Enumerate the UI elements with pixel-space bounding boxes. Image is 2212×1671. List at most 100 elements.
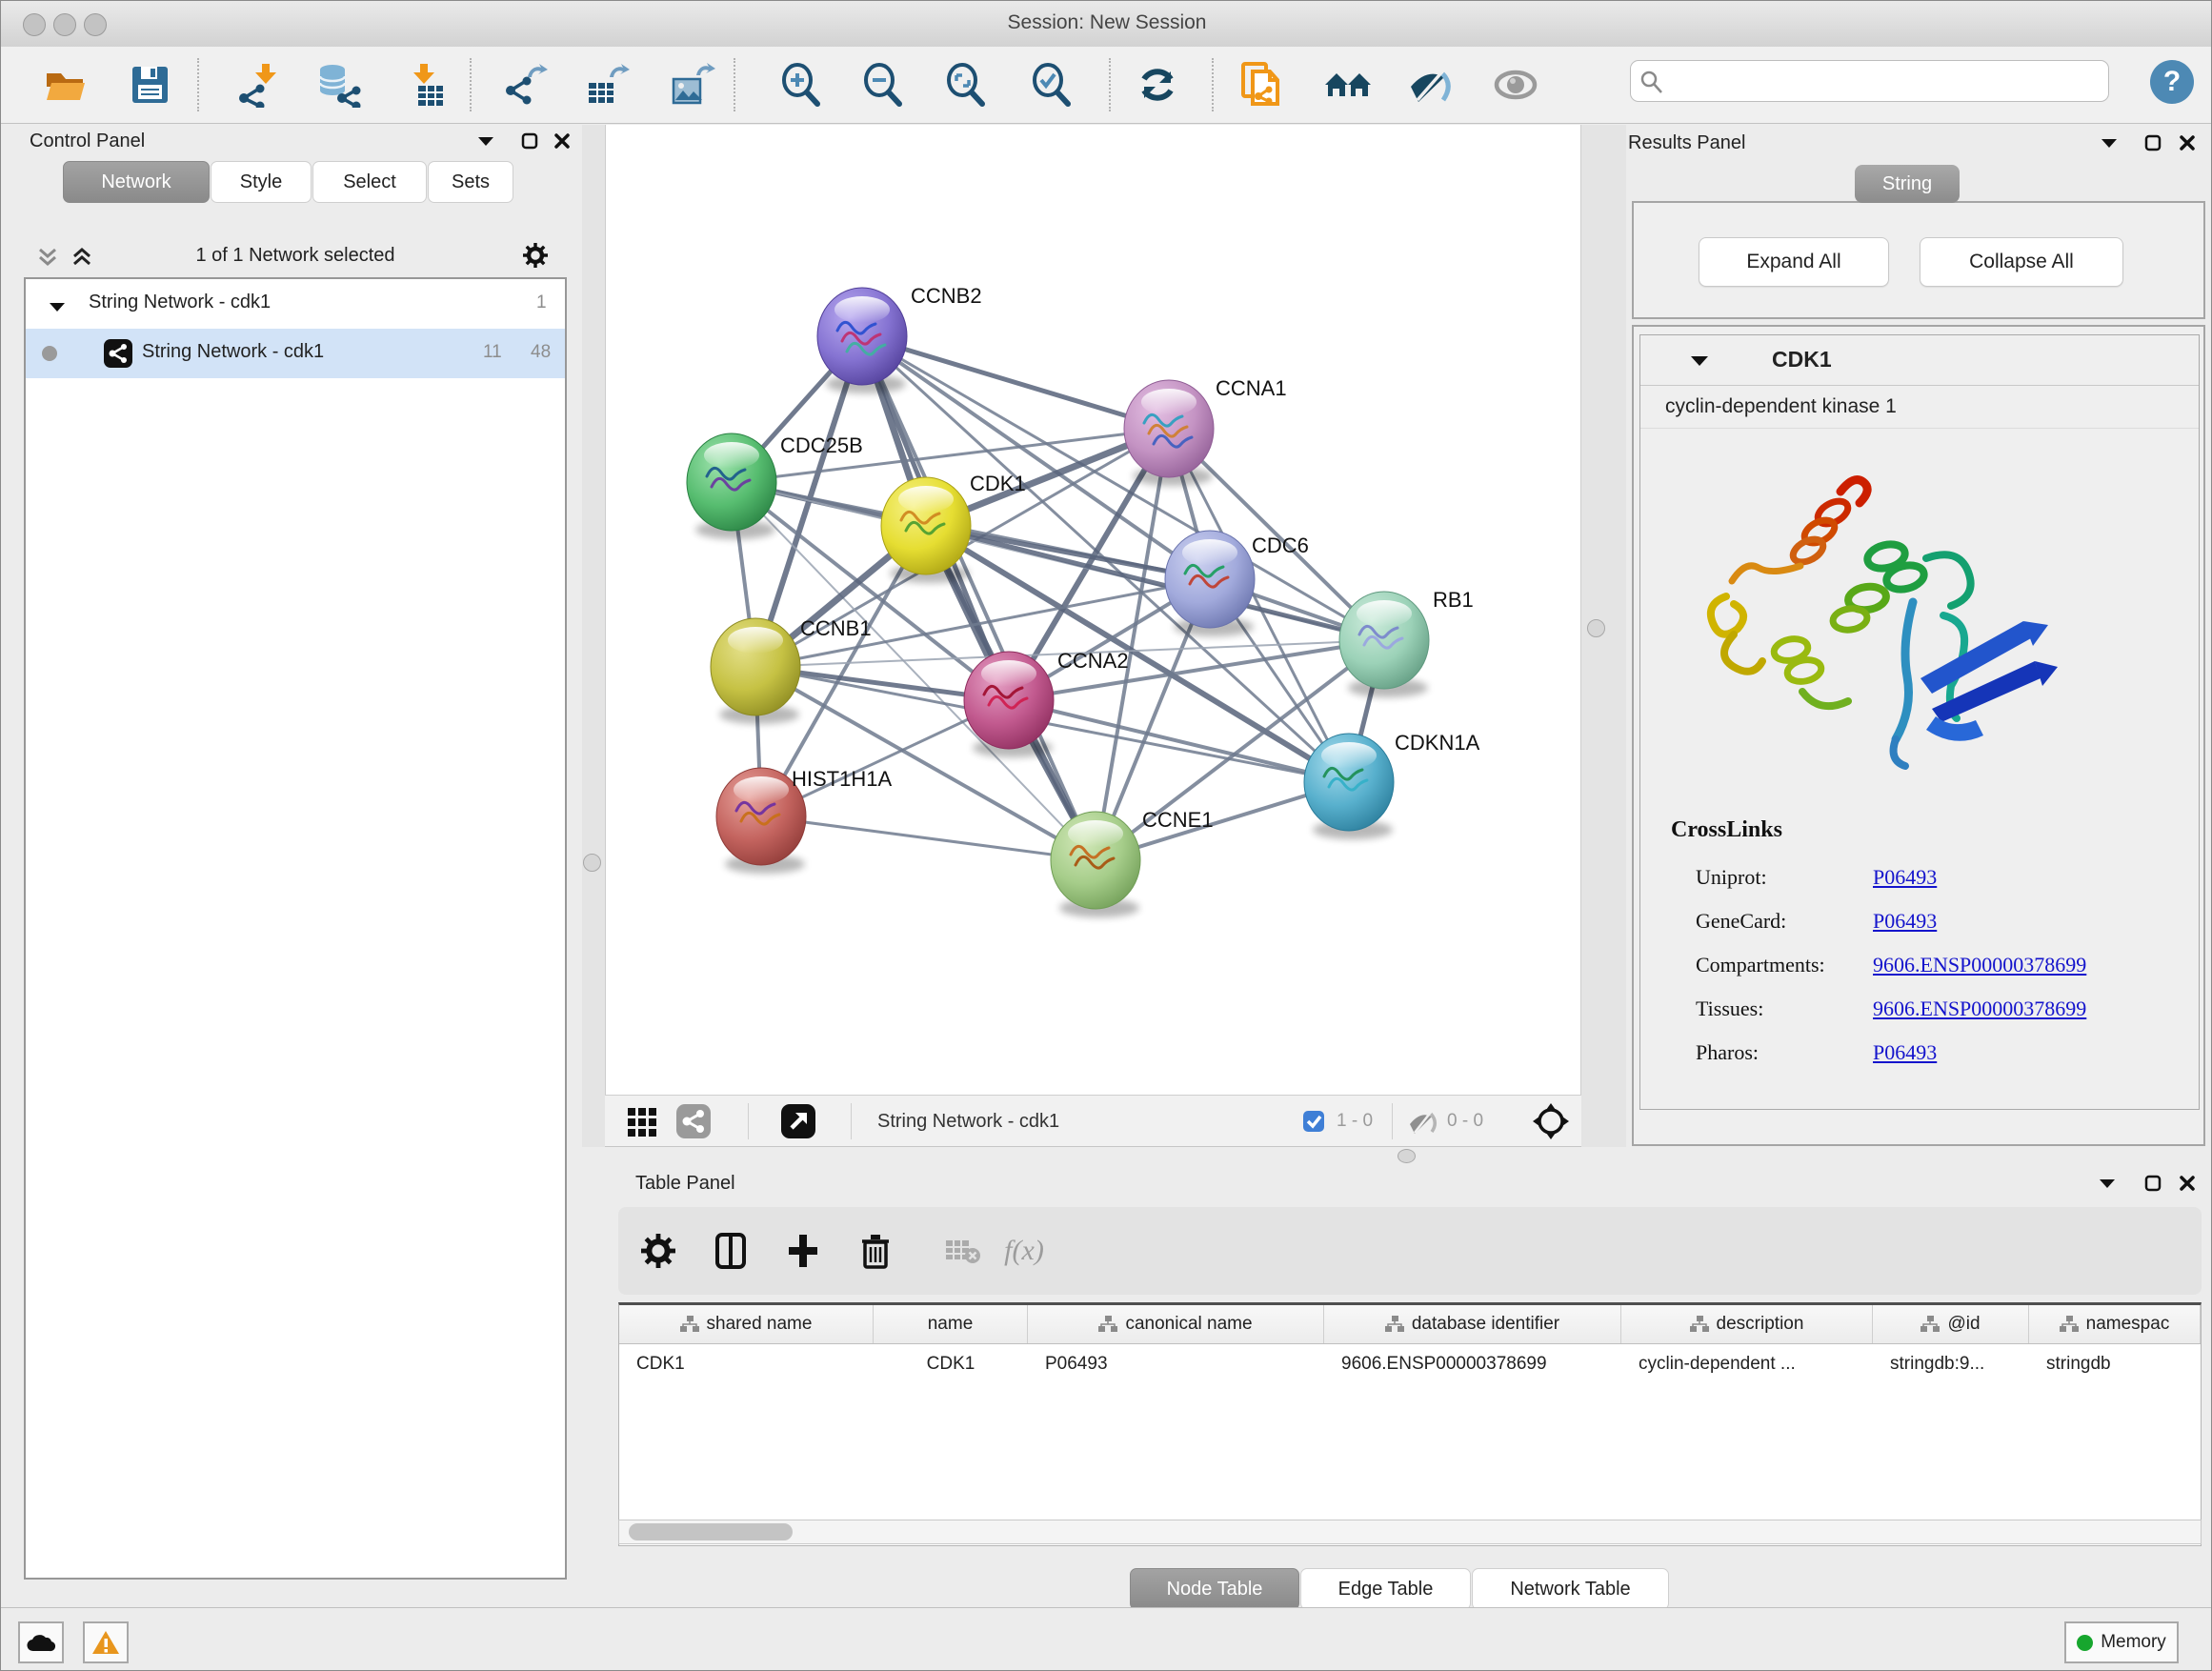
panel-float-icon[interactable] — [2141, 131, 2165, 155]
crosslink-value[interactable]: P06493 — [1873, 1040, 1937, 1065]
tab-string[interactable]: String — [1855, 165, 1960, 203]
table-row[interactable]: CDK1CDK1P064939606.ENSP00000378699cyclin… — [619, 1344, 2201, 1386]
panel-float-icon[interactable] — [2141, 1171, 2165, 1196]
memory-button[interactable]: Memory — [2064, 1621, 2179, 1663]
function-builder-icon: f(x) — [1003, 1230, 1045, 1272]
gear-icon[interactable] — [637, 1230, 679, 1272]
network-node-RB1[interactable]: RB1 — [1339, 588, 1474, 697]
open-in-window-icon[interactable] — [780, 1103, 816, 1139]
tab-edge-table[interactable]: Edge Table — [1300, 1568, 1471, 1610]
panel-float-icon[interactable] — [517, 129, 542, 153]
search-input[interactable] — [1630, 60, 2109, 102]
zoom-in-icon[interactable] — [776, 60, 826, 110]
open-session-icon[interactable] — [40, 60, 90, 110]
panel-menu-icon[interactable] — [2095, 1171, 2120, 1196]
save-session-icon[interactable] — [125, 60, 174, 110]
add-column-icon[interactable] — [710, 1230, 752, 1272]
left-splitter-handle[interactable] — [583, 854, 601, 872]
panel-menu-icon[interactable] — [2097, 131, 2122, 155]
column-header-canonical-name[interactable]: canonical name — [1028, 1305, 1324, 1343]
tab-node-table[interactable]: Node Table — [1130, 1568, 1299, 1610]
network-node-CDKN1A[interactable]: CDKN1A — [1304, 731, 1480, 839]
panel-close-icon[interactable] — [550, 129, 574, 153]
table-cell[interactable]: CDK1 — [619, 1344, 874, 1386]
share-network-icon[interactable] — [675, 1103, 712, 1139]
network-canvas[interactable]: CCNB2 CCNA1 CDC25B CDK1 CDC6 RB1 CCNB1 CCNA2 CDK… — [605, 125, 1581, 1095]
network-node-CDK1[interactable]: CDK1 — [881, 472, 1026, 583]
network-collection-row[interactable]: String Network - cdk1 1 — [26, 279, 565, 329]
left-splitter[interactable] — [582, 125, 605, 1147]
crosslink-value[interactable]: 9606.ENSP00000378699 — [1873, 953, 2086, 977]
network-node-label: CDC6 — [1252, 534, 1309, 557]
column-header-shared-name[interactable]: shared name — [619, 1305, 874, 1343]
expand-all-button[interactable]: Expand All — [1699, 237, 1889, 287]
panel-close-icon[interactable] — [2175, 131, 2200, 155]
column-header-namespac[interactable]: namespac — [2029, 1305, 2201, 1343]
tab-style[interactable]: Style — [211, 161, 312, 203]
network-node-CCNA1[interactable]: CCNA1 — [1124, 376, 1287, 486]
network-node-CCNB1[interactable]: CCNB1 — [711, 616, 872, 724]
export-network-icon[interactable] — [501, 60, 551, 110]
homes-icon[interactable] — [1323, 60, 1373, 110]
help-button[interactable]: ? — [2150, 60, 2194, 104]
import-network-file-icon[interactable] — [234, 60, 284, 110]
network-node-label: CDK1 — [970, 472, 1026, 495]
eye-icon[interactable] — [1491, 60, 1540, 110]
hide-eye-icon[interactable] — [1406, 60, 1456, 110]
tab-network-table[interactable]: Network Table — [1472, 1568, 1669, 1610]
import-network-database-icon[interactable] — [314, 60, 364, 110]
table-horizontal-scrollbar[interactable] — [618, 1520, 2202, 1544]
zoom-fit-icon[interactable] — [941, 60, 991, 110]
collapse-entry-icon[interactable] — [1690, 354, 1709, 372]
network-node-CCNB2[interactable]: CCNB2 — [817, 284, 982, 393]
collapse-all-button[interactable]: Collapse All — [1920, 237, 2123, 287]
scrollbar-thumb[interactable] — [629, 1523, 793, 1540]
column-header-database-identifier[interactable]: database identifier — [1324, 1305, 1621, 1343]
tab-network[interactable]: Network — [63, 161, 210, 203]
fit-content-icon[interactable] — [1531, 1103, 1571, 1139]
panel-close-icon[interactable] — [2175, 1171, 2200, 1196]
table-cell[interactable]: P06493 — [1028, 1344, 1324, 1386]
gear-icon[interactable] — [523, 243, 548, 268]
crosslink-label: Pharos: — [1696, 1040, 1759, 1065]
table-cell[interactable]: stringdb:9... — [1873, 1344, 2029, 1386]
tab-sets[interactable]: Sets — [428, 161, 513, 203]
network-view-title: String Network - cdk1 — [877, 1103, 1059, 1139]
table-cell[interactable]: stringdb — [2029, 1344, 2201, 1386]
add-row-icon[interactable] — [782, 1230, 824, 1272]
delete-icon[interactable] — [855, 1230, 896, 1272]
crosslink-value[interactable]: P06493 — [1873, 865, 1937, 890]
crosslink-value[interactable]: P06493 — [1873, 909, 1937, 934]
export-table-icon[interactable] — [583, 60, 633, 110]
column-header-name[interactable]: name — [874, 1305, 1028, 1343]
right-splitter-handle[interactable] — [1587, 619, 1605, 637]
gene-card-header[interactable]: CDK1 — [1640, 335, 2199, 386]
import-table-icon[interactable] — [399, 60, 449, 110]
export-image-icon[interactable] — [668, 60, 717, 110]
grid-view-icon[interactable] — [626, 1103, 660, 1139]
panel-menu-icon[interactable] — [473, 129, 498, 153]
network-node-CCNA2[interactable]: CCNA2 — [964, 649, 1129, 757]
right-splitter[interactable] — [1581, 125, 1626, 1147]
refresh-icon[interactable] — [1133, 60, 1182, 110]
zoom-selected-icon[interactable] — [1027, 60, 1076, 110]
table-cell[interactable]: CDK1 — [874, 1344, 1028, 1386]
network-row[interactable]: String Network - cdk1 11 48 — [26, 329, 565, 378]
toolbar-separator — [197, 58, 199, 111]
cloud-button[interactable] — [18, 1621, 64, 1663]
network-node-CCNE1[interactable]: CCNE1 — [1051, 808, 1214, 917]
network-node-CDC25B[interactable]: CDC25B — [687, 433, 863, 539]
collection-expand-icon[interactable] — [49, 296, 66, 318]
tab-select[interactable]: Select — [312, 161, 427, 203]
collection-count: 1 — [536, 292, 547, 313]
table-cell[interactable]: 9606.ENSP00000378699 — [1324, 1344, 1621, 1386]
warning-button[interactable] — [83, 1621, 129, 1663]
network-node-HIST1H1A[interactable]: HIST1H1A — [716, 767, 892, 874]
column-header-description[interactable]: description — [1621, 1305, 1873, 1343]
zoom-out-icon[interactable] — [858, 60, 908, 110]
table-cell[interactable]: cyclin-dependent ... — [1621, 1344, 1873, 1386]
column-header--id[interactable]: @id — [1873, 1305, 2029, 1343]
selected-checkbox-icon[interactable] — [1302, 1103, 1325, 1139]
string-documents-icon[interactable] — [1237, 60, 1287, 110]
crosslink-value[interactable]: 9606.ENSP00000378699 — [1873, 997, 2086, 1021]
